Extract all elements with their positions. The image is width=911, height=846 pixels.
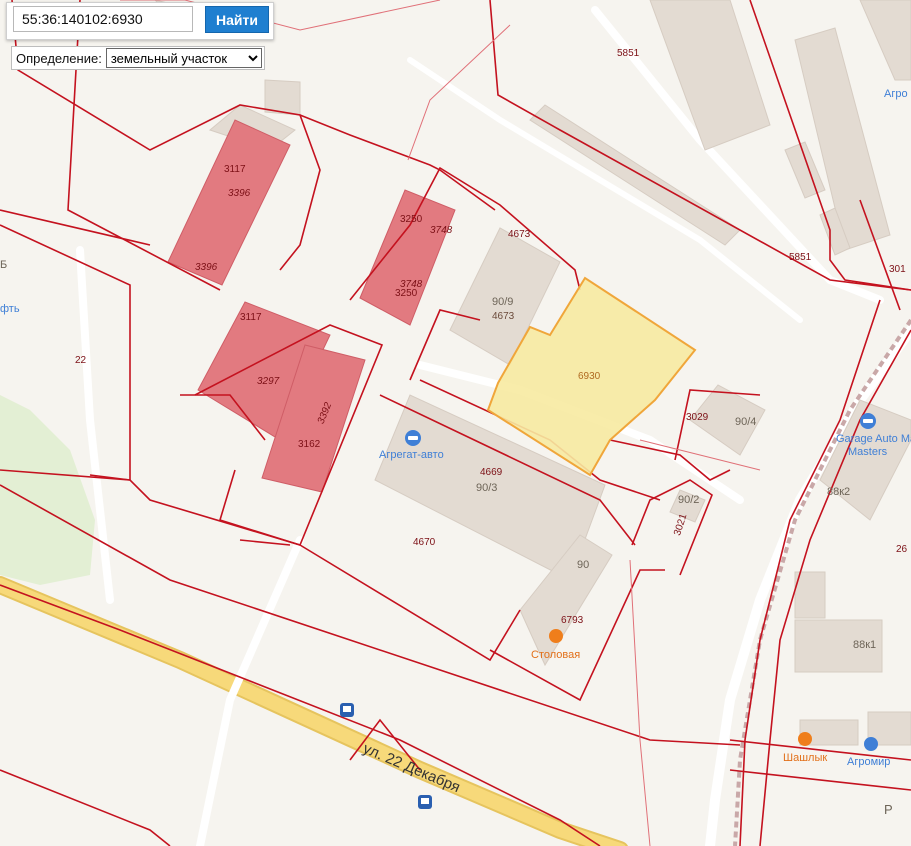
selected-parcel-number: 6930 — [578, 371, 601, 382]
poi-label: Агромир — [847, 756, 890, 768]
definition-label: Определение: — [16, 50, 102, 66]
building-number: 88к1 — [853, 639, 876, 651]
parcel-number: 4673 — [508, 229, 531, 240]
parcel-number: 3396 — [228, 188, 251, 199]
building-number: 90 — [577, 559, 589, 571]
building-number: 90/4 — [735, 416, 756, 428]
bus-stop-icon[interactable] — [340, 703, 354, 717]
parcel-number: 22 — [75, 355, 87, 366]
poi-label: Агрегат-авто — [379, 449, 444, 461]
parcel-number: 3162 — [298, 439, 321, 450]
poi-label: Garage Auto Masters — [836, 433, 911, 445]
definition-panel: Определение: земельный участок — [11, 46, 265, 70]
edge-label-neft: фть — [0, 303, 20, 315]
parcel-number: 5851 — [617, 48, 640, 59]
edge-label-agro: Агро — [884, 88, 908, 100]
basket-icon — [864, 737, 878, 751]
search-panel: Найти — [6, 2, 274, 40]
parcel-number: 4669 — [480, 467, 503, 478]
parcel-number: 3748 — [430, 225, 453, 236]
building-number: 90/3 — [476, 482, 497, 494]
parcel-number: 301 — [889, 264, 906, 275]
cafe-icon — [798, 732, 812, 746]
parcel-number: 4670 — [413, 537, 436, 548]
cadastral-number-input[interactable] — [13, 6, 193, 32]
parcel-number: 3117 — [240, 312, 262, 323]
parcel-number: 3029 — [686, 412, 709, 423]
find-button[interactable]: Найти — [205, 6, 269, 33]
parcel-number: 3396 — [195, 262, 218, 273]
parcel-number: 3250 — [400, 214, 423, 225]
building-number: 90/2 — [678, 494, 699, 506]
cafe-icon — [549, 629, 563, 643]
bus-stop-icon[interactable] — [418, 795, 432, 809]
poi-label-line2: Masters — [848, 446, 888, 458]
poi-label: Столовая — [531, 649, 580, 661]
parcel-number: 3117 — [224, 164, 246, 175]
building-number: 88к2 — [827, 486, 850, 498]
poi-label: Шашлык — [783, 752, 827, 764]
cadastral-map[interactable]: 5851 5851 301 4673 4673 3250 3748 3748 3… — [0, 0, 911, 846]
parcel-number: 3297 — [257, 376, 280, 387]
parcel-number: 6793 — [561, 615, 584, 626]
building-number: 90/9 — [492, 296, 513, 308]
parcel-number: 3250 — [395, 288, 418, 299]
definition-select[interactable]: земельный участок — [105, 48, 262, 68]
building-number: P — [884, 802, 893, 817]
parcel-number: 26 — [896, 544, 908, 555]
parcel-number: 4673 — [492, 311, 515, 322]
building-number: Б — [0, 259, 7, 271]
parcel-number: 5851 — [789, 252, 812, 263]
